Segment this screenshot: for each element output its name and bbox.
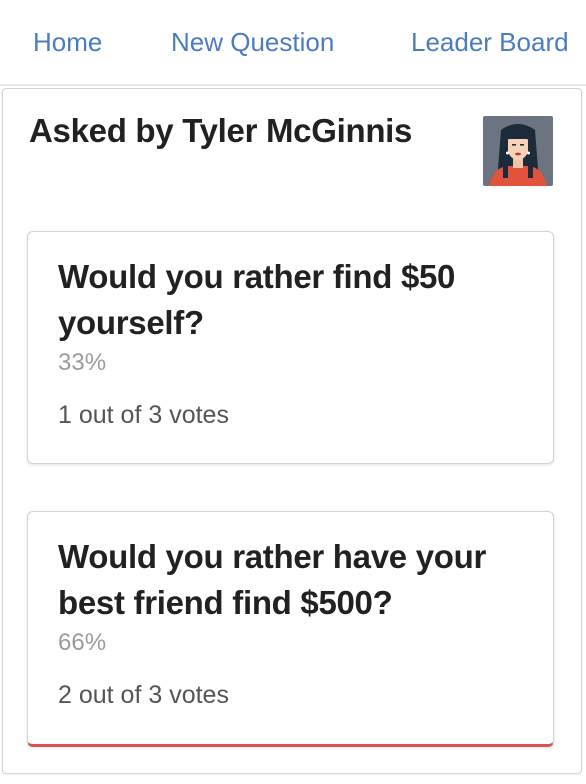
nav-new-question-link[interactable]: New Question	[171, 24, 334, 60]
nav-leader-board-link[interactable]: Leader Board	[411, 24, 569, 60]
option-vote-count: 1 out of 3 votes	[58, 401, 229, 429]
poll-results-panel: Asked by Tyler McGinnis Would you rather…	[2, 88, 582, 774]
option-percent: 33%	[58, 349, 107, 376]
option-question-text: Would you rather find $50 yourself?	[58, 258, 456, 341]
woman-avatar-icon	[483, 116, 553, 186]
top-navigation: Home New Question Leader Board	[0, 0, 586, 86]
poll-option-card: Would you rather find $50 yourself? 33% …	[27, 231, 554, 464]
poll-option-card-selected: Would you rather have your best friend f…	[27, 511, 554, 747]
nav-home-link[interactable]: Home	[33, 24, 102, 60]
option-percent: 66%	[58, 629, 107, 656]
option-question-text: Would you rather have your best friend f…	[58, 538, 487, 621]
option-vote-count: 2 out of 3 votes	[58, 681, 229, 709]
asked-by-heading: Asked by Tyler McGinnis	[29, 112, 413, 149]
